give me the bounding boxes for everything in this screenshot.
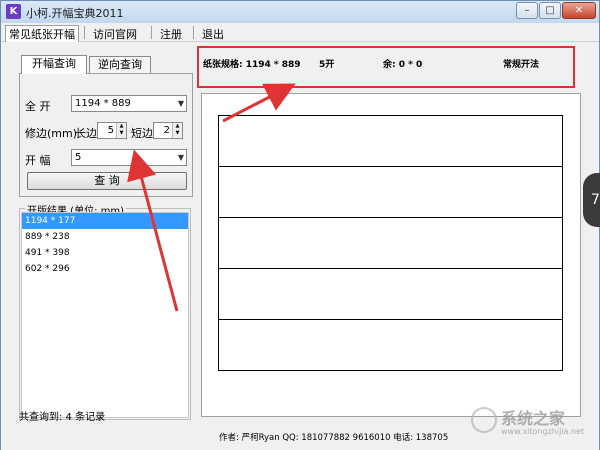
sheet-division xyxy=(219,116,562,167)
sheet-division xyxy=(219,320,562,371)
close-button[interactable]: ✕ xyxy=(562,2,596,19)
app-logo-icon: K xyxy=(6,4,21,19)
watermark: 系统之家 www.xitongzhijia.net xyxy=(471,399,595,447)
tab-reverse-query[interactable]: 逆向查询 xyxy=(89,56,151,74)
title-bar[interactable]: K 小柯.开幅宝典2011 – □ ✕ xyxy=(1,1,599,23)
window-title: 小柯.开幅宝典2011 xyxy=(26,7,124,20)
menu-common-paper-sizes[interactable]: 常见纸张开幅 xyxy=(5,25,79,43)
spin-arrows-icon[interactable]: ▲ ▼ xyxy=(172,123,182,138)
watermark-text: 系统之家 xyxy=(501,409,566,428)
long-edge-value: 5 xyxy=(107,125,114,136)
record-count: 共查询到: 4 条记录 xyxy=(19,412,106,423)
side-floating-tab[interactable]: 7 xyxy=(583,173,600,227)
short-edge-label: 短边 xyxy=(131,127,153,140)
menu-visit-website[interactable]: 访问官网 xyxy=(89,25,141,43)
menu-separator xyxy=(84,26,85,39)
list-item[interactable]: 602 * 296 xyxy=(22,261,188,277)
sheets-value: 5 xyxy=(75,152,82,163)
tab-query[interactable]: 开幅查询 xyxy=(21,55,87,74)
menu-separator xyxy=(193,26,194,39)
sheet-division xyxy=(219,218,562,269)
author-info: 作者: 严柯Ryan QQ: 181077882 9616010 电话: 138… xyxy=(219,433,449,443)
paper-spec: 纸张规格: 1194 * 889 xyxy=(203,60,301,70)
menu-register[interactable]: 注册 xyxy=(156,25,186,43)
spin-arrows-icon[interactable]: ▲ ▼ xyxy=(116,123,126,138)
watermark-url: www.xitongzhijia.net xyxy=(501,427,585,436)
menu-bar: 常见纸张开幅 访问官网 注册 退出 xyxy=(1,23,599,43)
short-edge-value: 2 xyxy=(163,125,170,136)
info-bar-highlight: 纸张规格: 1194 * 889 5开 余: 0 * 0 常规开法 xyxy=(197,46,575,88)
menu-exit[interactable]: 退出 xyxy=(198,25,228,43)
sheet-diagram xyxy=(218,115,563,371)
minimize-button[interactable]: – xyxy=(516,2,538,19)
sheet-count: 5开 xyxy=(319,60,335,70)
short-edge-stepper[interactable]: 2 ▲ ▼ xyxy=(153,122,183,139)
full-sheet-select[interactable]: 1194 * 889 ▼ xyxy=(71,95,187,112)
long-edge-stepper[interactable]: 5 ▲ ▼ xyxy=(97,122,127,139)
sheets-select[interactable]: 5 ▼ xyxy=(71,149,187,166)
watermark-logo-icon xyxy=(471,407,497,433)
chevron-down-icon: ▼ xyxy=(177,99,184,108)
full-sheet-label: 全 开 xyxy=(25,100,51,113)
maximize-button[interactable]: □ xyxy=(539,2,561,19)
sheets-label: 开 幅 xyxy=(25,154,51,167)
sheet-division xyxy=(219,269,562,320)
app-window: K 小柯.开幅宝典2011 – □ ✕ 常见纸张开幅 访问官网 注册 退出 开幅… xyxy=(0,0,600,450)
list-item[interactable]: 491 * 398 xyxy=(22,245,188,261)
list-item[interactable]: 889 * 238 xyxy=(22,229,188,245)
remainder: 余: 0 * 0 xyxy=(383,60,423,70)
sheet-division xyxy=(219,167,562,218)
trim-label: 修边(mm) xyxy=(25,127,78,140)
cut-method: 常规开法 xyxy=(503,60,540,70)
full-sheet-value: 1194 * 889 xyxy=(75,98,131,109)
menu-separator xyxy=(151,26,152,39)
results-group: 开版结果 (单位: mm) 1194 * 177 889 * 238 491 *… xyxy=(19,202,191,420)
query-button[interactable]: 查 询 xyxy=(27,172,187,190)
long-edge-label: 长边 xyxy=(75,127,97,140)
results-list[interactable]: 1194 * 177 889 * 238 491 * 398 602 * 296 xyxy=(21,212,189,418)
client-area: 开幅查询 逆向查询 全 开 1194 * 889 ▼ 修边(mm) 长边 5 ▲… xyxy=(1,42,599,450)
chevron-down-icon: ▼ xyxy=(177,153,184,162)
list-item[interactable]: 1194 * 177 xyxy=(22,213,188,229)
